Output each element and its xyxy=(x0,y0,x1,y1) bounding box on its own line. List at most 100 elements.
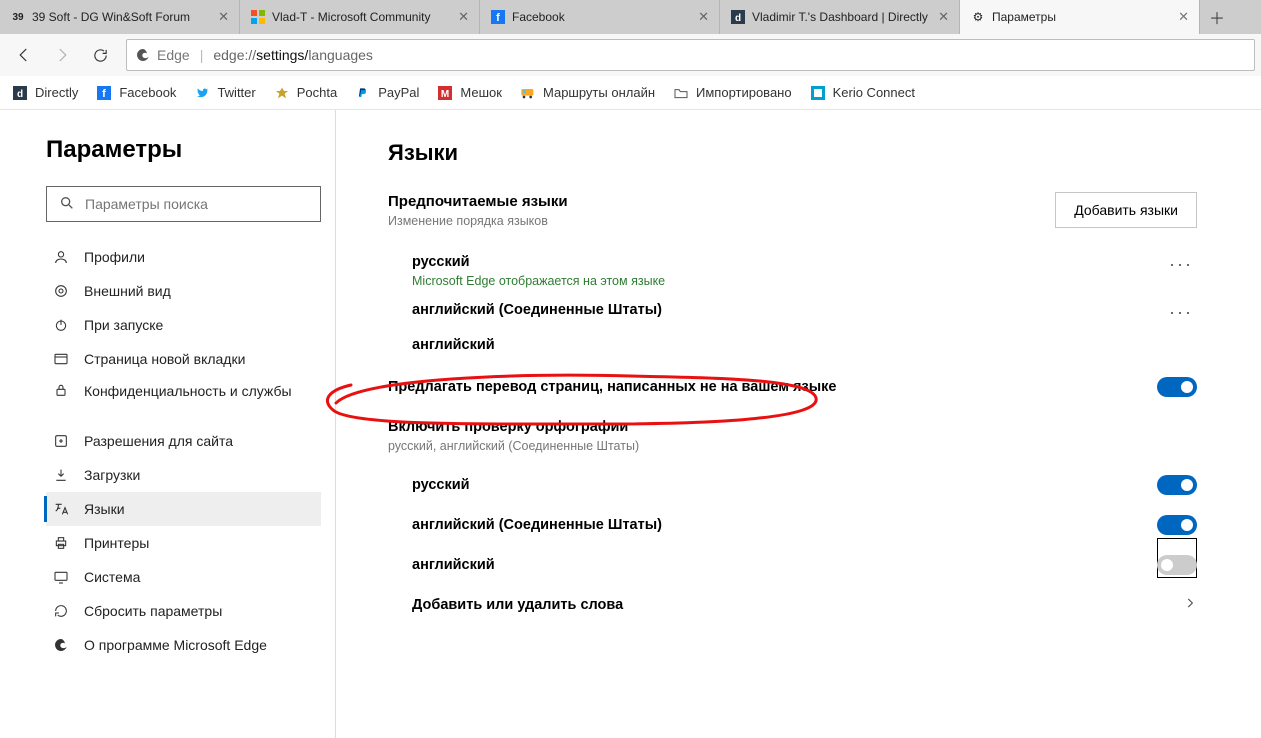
bookmark-facebook[interactable]: fFacebook xyxy=(96,85,176,101)
language-name: английский xyxy=(412,337,495,353)
new-tab-button[interactable]: ＋ xyxy=(1200,0,1234,34)
bookmark-kerio[interactable]: Kerio Connect xyxy=(810,85,915,101)
svg-text:d: d xyxy=(17,89,23,100)
language-name: русский xyxy=(412,254,665,270)
language-name: английский (Соединенные Штаты) xyxy=(412,302,662,318)
address-bar[interactable]: Edge | edge://settings/languages xyxy=(126,39,1255,71)
nav-onstart[interactable]: При запуске xyxy=(46,308,321,342)
tab-title: Параметры xyxy=(992,10,1172,24)
tab-active[interactable]: ⚙ Параметры ✕ xyxy=(960,0,1200,34)
bookmark-label: PayPal xyxy=(378,85,419,100)
spellcheck-toggle[interactable] xyxy=(1157,475,1197,495)
bookmark-twitter[interactable]: Twitter xyxy=(194,85,255,101)
close-icon[interactable]: ✕ xyxy=(698,9,709,25)
tab[interactable]: d Vladimir T.'s Dashboard | Directly ✕ xyxy=(720,0,960,34)
bookmark-directly[interactable]: dDirectly xyxy=(12,85,78,101)
preferred-languages-header: Предпочитаемые языки Изменение порядка я… xyxy=(388,192,1197,228)
spellcheck-setting: Включить проверку орфографии русский, ан… xyxy=(388,419,1197,453)
folder-icon xyxy=(673,85,689,101)
nav-downloads[interactable]: Загрузки xyxy=(46,458,321,492)
add-remove-words[interactable]: Добавить или удалить слова xyxy=(412,585,1197,625)
bookmark-paypal[interactable]: PayPal xyxy=(355,85,419,101)
tab-strip: 39 39 Soft - DG Win&Soft Forum ✕ Vlad-T … xyxy=(0,0,1261,34)
settings-nav: Профили Внешний вид При запуске Страница… xyxy=(46,240,321,662)
tab-title: Facebook xyxy=(512,10,692,24)
spellcheck-title: Включить проверку орфографии xyxy=(388,419,639,435)
nav-printers[interactable]: Принтеры xyxy=(46,526,321,560)
printer-icon xyxy=(52,535,70,551)
svg-text:f: f xyxy=(103,88,107,100)
bookmark-label: Импортировано xyxy=(696,85,792,100)
download-icon xyxy=(52,467,70,483)
person-icon xyxy=(52,249,70,265)
offer-translate-toggle[interactable] xyxy=(1157,377,1197,397)
nav-profiles[interactable]: Профили xyxy=(46,240,321,274)
bookmark-label: Kerio Connect xyxy=(833,85,915,100)
bookmark-label: Мешок xyxy=(460,85,502,100)
favicon-bus-icon xyxy=(520,85,536,101)
bookmark-pochta[interactable]: Pochta xyxy=(274,85,337,101)
favicon-twitter-icon xyxy=(194,85,210,101)
add-languages-button[interactable]: Добавить языки xyxy=(1055,192,1197,228)
appearance-icon xyxy=(52,283,70,299)
favicon-meshok-icon: М xyxy=(437,85,453,101)
spellcheck-toggle[interactable] xyxy=(1157,555,1197,575)
spellcheck-hint: русский, английский (Соединенные Штаты) xyxy=(388,439,639,453)
nav-languages[interactable]: Языки xyxy=(46,492,321,526)
system-icon xyxy=(52,569,70,585)
bookmark-routes[interactable]: Маршруты онлайн xyxy=(520,85,655,101)
favicon-fb-icon: f xyxy=(96,85,112,101)
spellcheck-language-name: английский (Соединенные Штаты) xyxy=(412,517,662,533)
bookmark-imported[interactable]: Импортировано xyxy=(673,85,792,101)
tab[interactable]: f Facebook ✕ xyxy=(480,0,720,34)
tab[interactable]: 39 39 Soft - DG Win&Soft Forum ✕ xyxy=(0,0,240,34)
nav-appearance[interactable]: Внешний вид xyxy=(46,274,321,308)
nav-system[interactable]: Система xyxy=(46,560,321,594)
spellcheck-toggle[interactable] xyxy=(1157,515,1197,535)
tab-title: Vladimir T.'s Dashboard | Directly xyxy=(752,10,932,24)
search-input[interactable] xyxy=(85,196,308,212)
bookmark-label: Маршруты онлайн xyxy=(543,85,655,100)
navigation-toolbar: Edge | edge://settings/languages xyxy=(0,34,1261,76)
back-button[interactable] xyxy=(6,37,42,73)
svg-text:f: f xyxy=(496,12,500,24)
favicon-directly-icon: d xyxy=(12,85,28,101)
svg-text:d: d xyxy=(735,13,741,24)
language-icon xyxy=(52,501,70,517)
settings-sidebar: Параметры Профили Внешний вид При запуск… xyxy=(0,110,336,738)
nav-about[interactable]: О программе Microsoft Edge xyxy=(46,628,321,662)
nav-reset[interactable]: Сбросить параметры xyxy=(46,594,321,628)
forward-button[interactable] xyxy=(44,37,80,73)
tab[interactable]: Vlad-T - Microsoft Community ✕ xyxy=(240,0,480,34)
language-entry: русский Microsoft Edge отображается на э… xyxy=(388,246,1197,294)
separator: | xyxy=(200,47,204,63)
favicon-kerio-icon xyxy=(810,85,826,101)
nav-privacy[interactable]: Конфиденциальность и службы xyxy=(46,376,321,424)
settings-search[interactable] xyxy=(46,186,321,222)
tab-title: Vlad-T - Microsoft Community xyxy=(272,10,452,24)
nav-newtab[interactable]: Страница новой вкладки xyxy=(46,342,321,376)
edge-label: Edge xyxy=(157,47,190,63)
settings-content: Языки Предпочитаемые языки Изменение пор… xyxy=(336,110,1261,738)
close-icon[interactable]: ✕ xyxy=(218,9,229,25)
power-icon xyxy=(52,317,70,333)
offer-translate-setting: Предлагать перевод страниц, написанных н… xyxy=(388,377,1197,397)
sidebar-title: Параметры xyxy=(46,136,321,164)
spellcheck-language-item: английский xyxy=(412,545,1197,585)
refresh-button[interactable] xyxy=(82,37,118,73)
lock-icon xyxy=(52,382,70,398)
spellcheck-language-name: английский xyxy=(412,557,495,573)
url: edge://settings/languages xyxy=(213,47,373,63)
bookmarks-bar: dDirectly fFacebook Twitter Pochta PayPa… xyxy=(0,76,1261,110)
nav-site-permissions[interactable]: Разрешения для сайта xyxy=(46,424,321,458)
close-icon[interactable]: ✕ xyxy=(458,9,469,25)
close-icon[interactable]: ✕ xyxy=(938,9,949,25)
favicon-39-icon: 39 xyxy=(10,9,26,25)
close-icon[interactable]: ✕ xyxy=(1178,9,1189,25)
more-options-button[interactable]: ··· xyxy=(1169,302,1197,323)
bookmark-meshok[interactable]: М Мешок xyxy=(437,85,502,101)
more-options-button[interactable]: ··· xyxy=(1169,254,1197,275)
reset-icon xyxy=(52,603,70,619)
favicon-paypal-icon xyxy=(355,85,371,101)
permissions-icon xyxy=(52,433,70,449)
